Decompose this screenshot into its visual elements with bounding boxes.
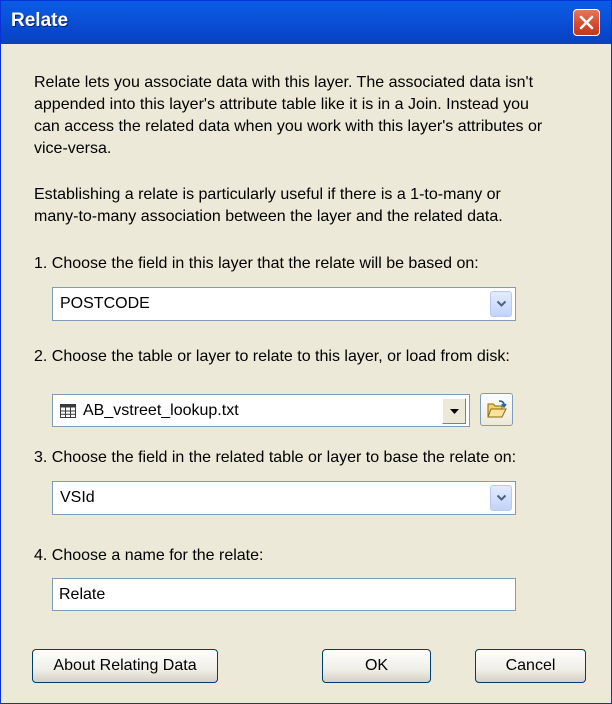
layer-field-value: POSTCODE (60, 295, 150, 312)
chevron-down-icon (496, 300, 507, 307)
close-icon (579, 15, 594, 30)
intro-text: Relate lets you associate data with this… (34, 72, 594, 160)
intro-line: can access the related data when you wor… (34, 118, 543, 135)
intro-line: appended into this layer's attribute tab… (34, 96, 529, 113)
layer-field-dropdown-button[interactable] (490, 291, 512, 317)
relate-name-value: Relate (59, 586, 106, 603)
related-table-value: AB_vstreet_lookup.txt (83, 402, 239, 419)
load-from-disk-button[interactable] (480, 393, 513, 426)
close-button[interactable] (573, 9, 600, 36)
step4-label: 4. Choose a name for the relate: (34, 547, 264, 564)
related-field-value: VSId (60, 489, 95, 506)
step1-label: 1. Choose the field in this layer that t… (34, 255, 479, 272)
usefulness-line: many-to-many association between the lay… (34, 208, 503, 225)
open-folder-icon (487, 400, 507, 418)
ok-button[interactable]: OK (322, 649, 431, 683)
window-title: Relate (11, 10, 69, 31)
related-table-select[interactable]: AB_vstreet_lookup.txt (52, 394, 470, 427)
about-relating-data-button[interactable]: About Relating Data (32, 649, 218, 683)
related-field-select[interactable]: VSId (52, 481, 516, 515)
chevron-down-icon (496, 494, 507, 501)
intro-line: vice-versa. (34, 140, 112, 157)
title-bar[interactable]: Relate (1, 1, 611, 44)
usefulness-text: Establishing a relate is particularly us… (34, 184, 594, 228)
table-icon (60, 404, 76, 418)
relate-dialog: Relate Relate lets you associate data wi… (0, 0, 612, 704)
usefulness-line: Establishing a relate is particularly us… (34, 186, 501, 203)
related-table-dropdown-button[interactable] (442, 398, 466, 424)
intro-line: Relate lets you associate data with this… (34, 74, 534, 91)
step2-label: 2. Choose the table or layer to relate t… (34, 348, 510, 365)
step3-label: 3. Choose the field in the related table… (34, 449, 517, 466)
relate-name-input[interactable]: Relate (52, 578, 516, 611)
chevron-down-icon (450, 409, 459, 414)
layer-field-select[interactable]: POSTCODE (52, 287, 516, 321)
related-field-dropdown-button[interactable] (490, 485, 512, 511)
cancel-button[interactable]: Cancel (475, 649, 586, 683)
